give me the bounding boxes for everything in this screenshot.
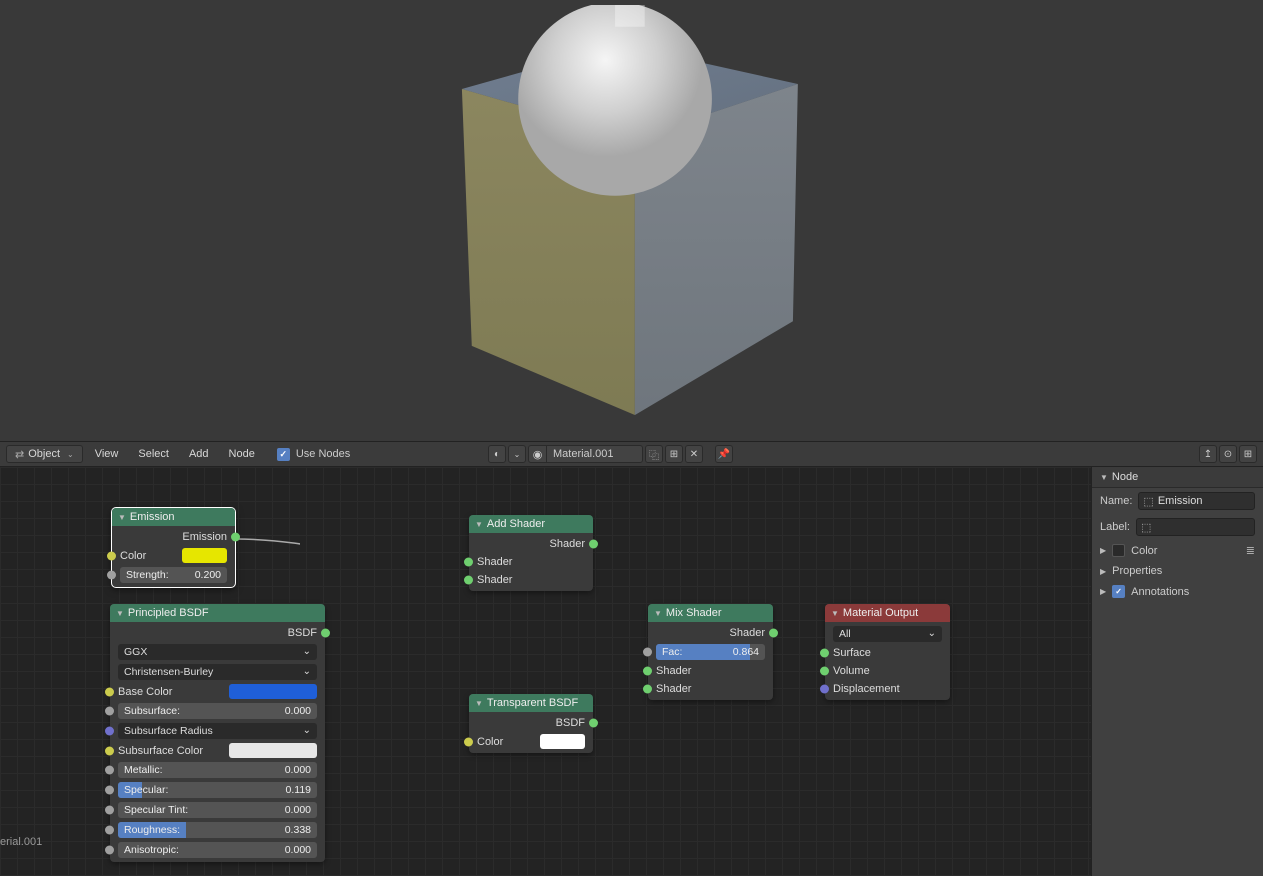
socket-emission-color[interactable]: Color [112, 546, 235, 565]
socket-emission-out[interactable]: Emission [112, 528, 235, 546]
use-nodes-label: Use Nodes [296, 448, 350, 460]
node-transparent-header[interactable]: ▼Transparent BSDF [469, 694, 593, 712]
socket-subsurface[interactable]: Subsurface:0.000 [110, 701, 325, 721]
emission-strength-field[interactable]: Strength:0.200 [120, 567, 227, 583]
menu-select[interactable]: Select [130, 446, 177, 462]
node-add-shader-header[interactable]: ▼Add Shader [469, 515, 593, 533]
node-emission[interactable]: ▼Emission Emission Color Strength:0.200 [112, 508, 235, 587]
menu-add[interactable]: Add [181, 446, 217, 462]
socket-addshader-out[interactable]: Shader [469, 535, 593, 553]
socket-specular[interactable]: Specular:0.119 [110, 780, 325, 800]
properties-sidebar: ▼Node Name: ⬚Emission Label: ⬚ ▶Color≣ ▶Pr… [1091, 467, 1263, 876]
snap-icon[interactable]: ⊙ [1219, 445, 1237, 463]
node-principled-header[interactable]: ▼Principled BSDF [110, 604, 325, 622]
socket-roughness[interactable]: Roughness:0.338 [110, 820, 325, 840]
socket-metallic[interactable]: Metallic:0.000 [110, 760, 325, 780]
sss-color-swatch[interactable] [229, 743, 317, 758]
pin-icon[interactable]: 📌 [715, 445, 733, 463]
node-principled[interactable]: ▼Principled BSDF BSDF GGX Christensen-Bu… [110, 604, 325, 862]
principled-distribution[interactable]: GGX [118, 644, 317, 660]
node-label-field[interactable]: ⬚ [1136, 518, 1255, 536]
sidebar-color-row[interactable]: ▶Color≣ [1092, 540, 1263, 561]
socket-mix-fac[interactable]: Fac:0.864 [648, 642, 773, 662]
socket-base-color[interactable]: Base Color [110, 682, 325, 701]
output-target[interactable]: All [833, 626, 942, 642]
sidebar-node-panel-header[interactable]: ▼Node [1092, 467, 1263, 488]
base-color-swatch[interactable] [229, 684, 317, 699]
transparent-color-swatch[interactable] [540, 734, 585, 749]
shading-type-icon[interactable]: ◐ [488, 445, 506, 463]
use-nodes-checkbox[interactable]: ✓ [277, 448, 290, 461]
socket-transparent-out[interactable]: BSDF [469, 714, 593, 732]
socket-mix-in1[interactable]: Shader [648, 662, 773, 680]
node-mix-header[interactable]: ▼Mix Shader [648, 604, 773, 622]
label-label: Label: [1100, 521, 1130, 533]
socket-addshader-in2[interactable]: Shader [469, 571, 593, 589]
socket-output-surface[interactable]: Surface [825, 644, 950, 662]
socket-transparent-color[interactable]: Color [469, 732, 593, 751]
sidebar-annotations-row[interactable]: ▶✓Annotations [1092, 581, 1263, 602]
node-emission-header[interactable]: ▼Emission [112, 508, 235, 526]
node-output-header[interactable]: ▼Material Output [825, 604, 950, 622]
socket-emission-strength[interactable]: Strength:0.200 [112, 565, 235, 585]
material-datablock[interactable]: ◉Material.001 [528, 445, 643, 463]
browse-material-icon[interactable]: ⿻ [645, 445, 663, 463]
menu-node[interactable]: Node [221, 446, 263, 462]
socket-anisotropic[interactable]: Anisotropic:0.000 [110, 840, 325, 860]
annotations-checkbox[interactable]: ✓ [1112, 585, 1125, 598]
socket-output-disp[interactable]: Displacement [825, 680, 950, 698]
viewport-preview [435, 5, 805, 420]
principled-sss-method[interactable]: Christensen-Burley [118, 664, 317, 680]
active-material-label: erial.001 [0, 836, 42, 848]
socket-principled-bsdf[interactable]: BSDF [110, 624, 325, 642]
viewport-3d[interactable] [0, 0, 1263, 441]
new-material-icon[interactable]: ⊞ [665, 445, 683, 463]
name-label: Name: [1100, 495, 1132, 507]
socket-output-volume[interactable]: Volume [825, 662, 950, 680]
unlink-material-icon[interactable]: ✕ [685, 445, 703, 463]
node-editor-header: ⇄Object⌄ View Select Add Node ✓ Use Node… [0, 441, 1263, 467]
list-icon[interactable]: ≣ [1246, 544, 1255, 557]
color-checkbox[interactable] [1112, 544, 1125, 557]
node-name-field[interactable]: ⬚Emission [1138, 492, 1255, 510]
nav-up-icon[interactable]: ↥ [1199, 445, 1217, 463]
socket-spec-tint[interactable]: Specular Tint:0.000 [110, 800, 325, 820]
menu-view[interactable]: View [87, 446, 127, 462]
socket-addshader-in1[interactable]: Shader [469, 553, 593, 571]
options-icon[interactable]: ⊞ [1239, 445, 1257, 463]
socket-sss-color[interactable]: Subsurface Color [110, 741, 325, 760]
sidebar-properties-row[interactable]: ▶Properties [1092, 561, 1263, 581]
node-add-shader[interactable]: ▼Add Shader Shader Shader Shader [469, 515, 593, 591]
emission-color-swatch[interactable] [182, 548, 227, 563]
node-mix-shader[interactable]: ▼Mix Shader Shader Fac:0.864 Shader Shad… [648, 604, 773, 700]
socket-mix-in2[interactable]: Shader [648, 680, 773, 698]
node-editor-canvas[interactable]: ▼Emission Emission Color Strength:0.200 … [0, 467, 1091, 876]
node-material-output[interactable]: ▼Material Output All Surface Volume Disp… [825, 604, 950, 700]
shading-dropdown-icon[interactable]: ⌄ [508, 445, 526, 463]
socket-mix-out[interactable]: Shader [648, 624, 773, 642]
mode-dropdown[interactable]: ⇄Object⌄ [6, 445, 83, 463]
node-transparent[interactable]: ▼Transparent BSDF BSDF Color [469, 694, 593, 753]
socket-sss-radius[interactable]: Subsurface Radius [110, 721, 325, 741]
